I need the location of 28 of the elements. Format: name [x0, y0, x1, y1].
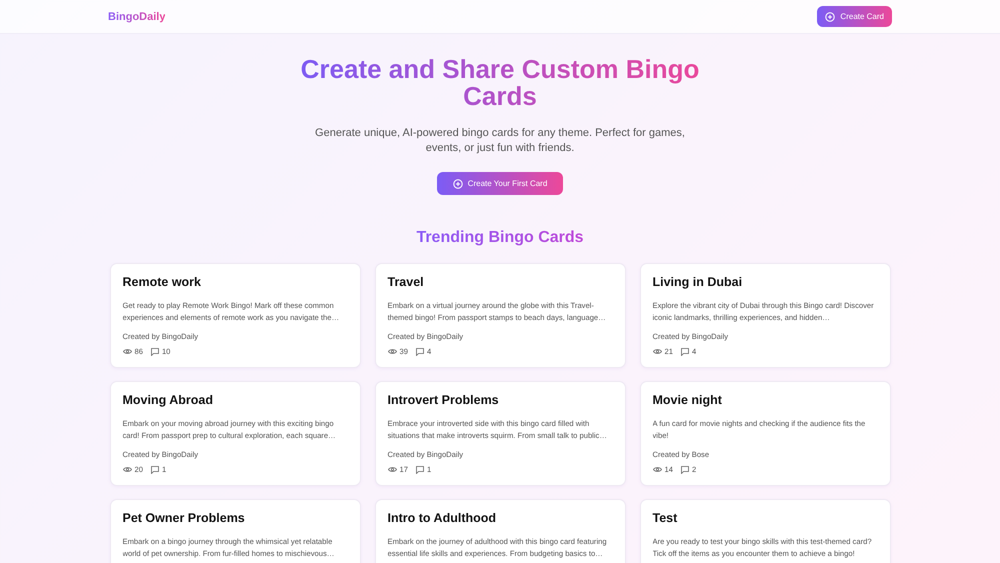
card-title: Travel: [388, 275, 425, 289]
comment-icon: [680, 466, 689, 474]
card-title: Living in Dubai: [652, 275, 744, 289]
card-title: Intro to Adulthood: [388, 511, 498, 525]
card-title: Pet Owner Problems: [122, 511, 246, 525]
eye-icon: [388, 466, 396, 473]
create-card-button[interactable]: Create Card: [817, 6, 892, 27]
eye-icon: [122, 466, 132, 473]
card-title: Introvert Problems: [388, 393, 500, 407]
comment-icon: [150, 348, 159, 356]
comment-icon: [416, 466, 424, 474]
comment-icon: [680, 348, 689, 356]
section-title: Trending Bingo Cards: [416, 229, 584, 247]
eye-icon: [122, 348, 132, 355]
logo[interactable]: BingoDaily: [108, 10, 166, 22]
card-title: Remote work: [122, 275, 202, 289]
card-title: Moving Abroad: [122, 393, 214, 407]
eye-icon: [652, 466, 662, 473]
card-title: Movie night: [652, 393, 723, 407]
create-first-card-button[interactable]: Create Your First Card: [436, 172, 564, 195]
plus-circle-icon: [825, 12, 836, 22]
card-title: Test: [652, 511, 678, 525]
eye-icon: [652, 348, 662, 355]
plus-circle-icon: [452, 178, 463, 188]
eye-icon: [388, 348, 396, 355]
hero-subtitle: Generate unique, AI-powered bingo cards for any theme. Perfect for games, events, or just fun with friends.: [314, 126, 686, 156]
comment-icon: [416, 348, 424, 356]
comment-icon: [150, 466, 159, 474]
